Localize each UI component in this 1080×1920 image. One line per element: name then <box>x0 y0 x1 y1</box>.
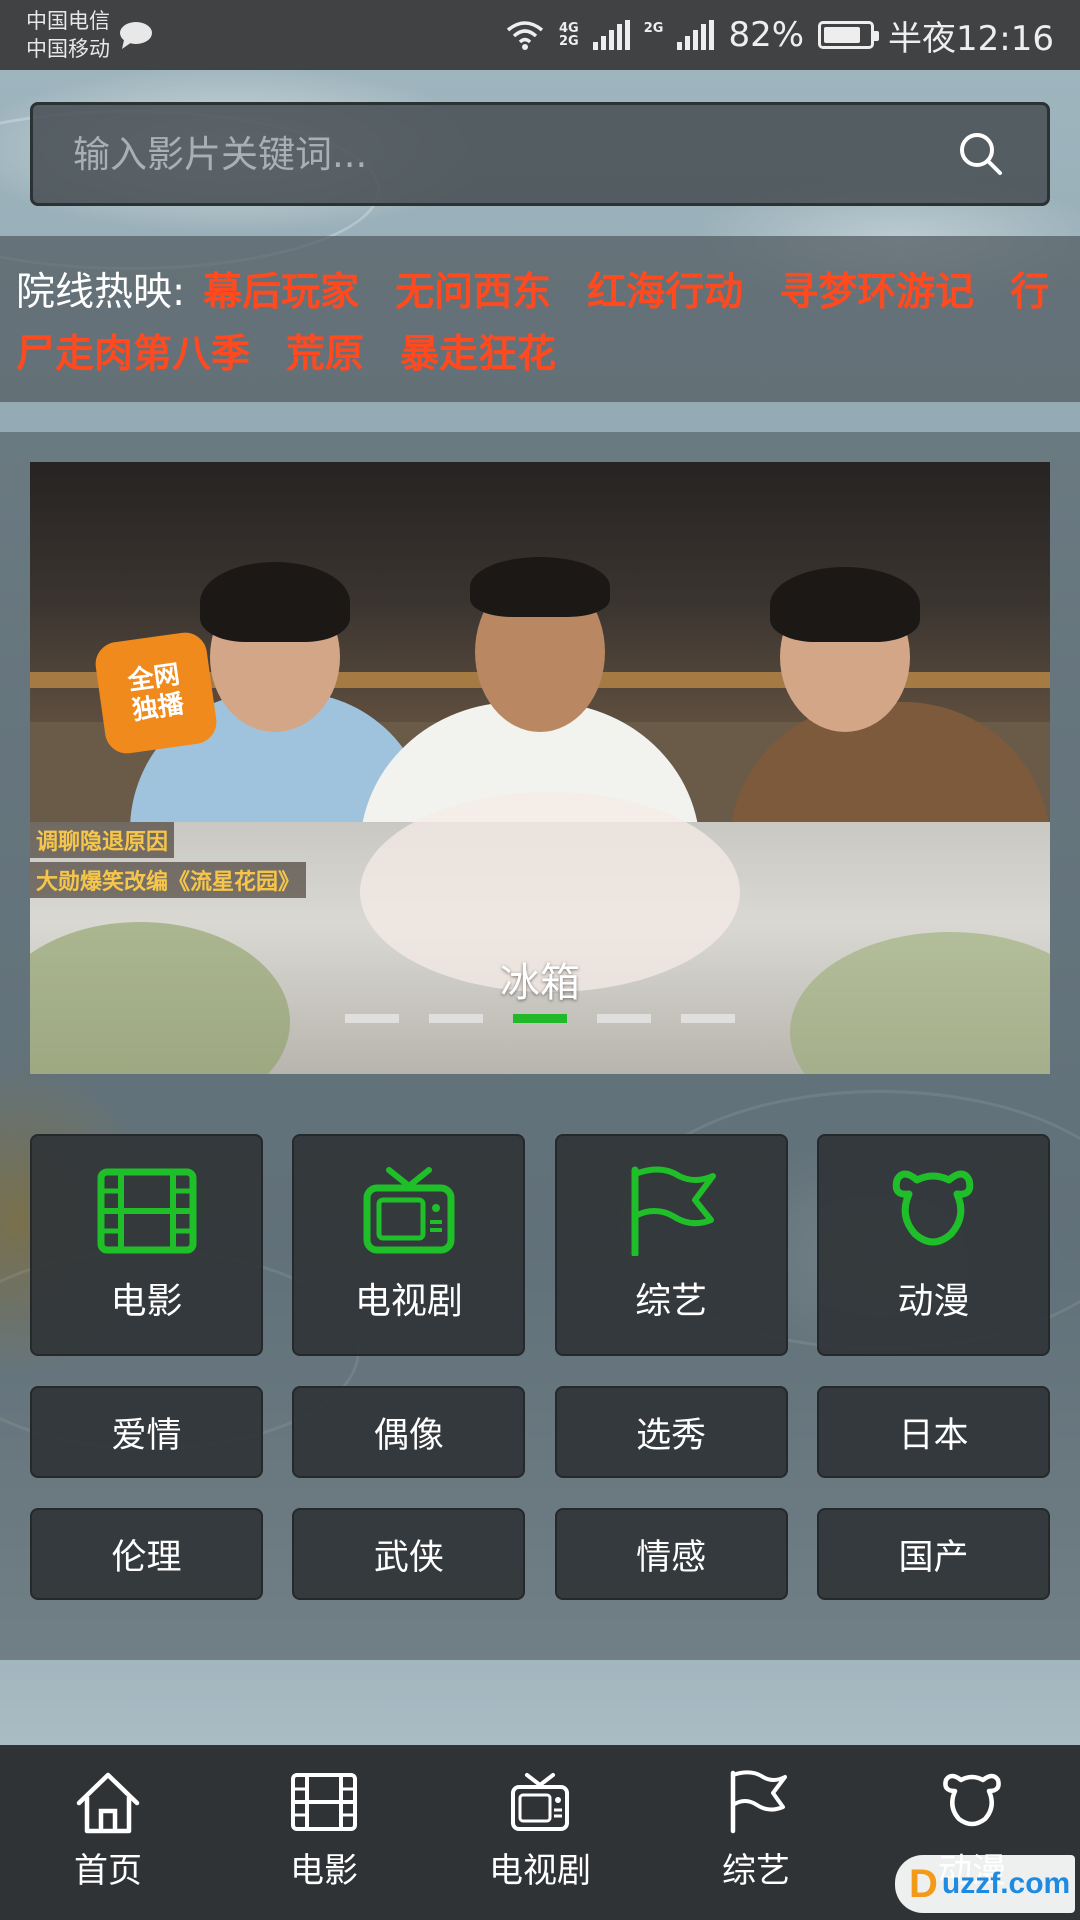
nav-movie[interactable]: 电影 <box>224 1769 424 1892</box>
nav-variety[interactable]: 综艺 <box>656 1769 856 1892</box>
search-box[interactable] <box>30 102 1050 206</box>
network-type-2: 2G <box>643 21 664 36</box>
battery-percent: 82% <box>728 15 805 55</box>
tv-icon <box>511 1773 569 1831</box>
bear-icon <box>943 1773 1001 1827</box>
genre-tag[interactable]: 日本 <box>816 1386 1050 1478</box>
battery-icon <box>818 21 880 49</box>
watermark-logo-icon: D <box>909 1861 938 1906</box>
category-label: 电视剧 <box>354 1281 463 1322</box>
hot-movies-label: 院线热映: <box>16 270 186 315</box>
exclusive-badge: 全网 独播 <box>92 629 220 757</box>
search-input[interactable] <box>73 132 955 176</box>
tv-icon <box>363 1167 455 1254</box>
status-bar: 中国电信 中国移动 4G 2G 2G 82% 半夜12:16 <box>0 0 1080 70</box>
nav-label: 综艺 <box>722 1851 790 1891</box>
genre-tag[interactable]: 选秀 <box>554 1386 788 1478</box>
message-icon <box>120 22 152 49</box>
nav-label: 首页 <box>74 1851 142 1891</box>
network-type-1: 4G 2G <box>559 21 579 49</box>
genre-tag[interactable]: 情感 <box>554 1508 788 1600</box>
home-icon <box>76 1772 140 1834</box>
hot-movie-link[interactable]: 无问西东 <box>395 270 551 315</box>
hot-movie-link[interactable]: 寻梦环游记 <box>779 270 974 315</box>
carousel-dot[interactable] <box>681 1014 735 1023</box>
search-icon[interactable] <box>955 128 1007 180</box>
genre-tag[interactable]: 武侠 <box>292 1508 526 1600</box>
nav-tv[interactable]: 电视剧 <box>440 1769 640 1892</box>
hot-movie-link[interactable]: 荒原 <box>286 332 364 377</box>
film-icon <box>97 1168 196 1254</box>
carrier-info: 中国电信 中国移动 <box>26 7 154 63</box>
genre-tag[interactable]: 伦理 <box>30 1508 263 1600</box>
main-panel: 全网 独播 调聊隐退原因 大勋爆笑改编《流星花园》 冰箱 电影 电视剧 综艺 动… <box>0 432 1080 1660</box>
banner-carousel[interactable]: 全网 独播 调聊隐退原因 大勋爆笑改编《流星花园》 冰箱 <box>30 462 1050 1074</box>
category-tv[interactable]: 电视剧 <box>292 1134 526 1356</box>
film-icon <box>291 1773 357 1831</box>
hot-movie-link[interactable]: 暴走狂花 <box>400 332 556 377</box>
main-categories: 电影 电视剧 综艺 动漫 <box>30 1134 1050 1356</box>
site-watermark: D uzzf.com <box>895 1855 1075 1913</box>
carrier-1: 中国电信 <box>26 9 110 33</box>
search-bar <box>0 70 1080 235</box>
nav-home[interactable]: 首页 <box>8 1769 208 1892</box>
genre-row-2: 伦理 武侠 情感 国产 <box>30 1508 1050 1600</box>
nav-label: 电视剧 <box>489 1851 591 1891</box>
carousel-dot[interactable] <box>597 1014 651 1023</box>
genre-tag[interactable]: 爱情 <box>30 1386 263 1478</box>
carousel-indicator <box>30 1014 1050 1023</box>
carousel-dot[interactable] <box>429 1014 483 1023</box>
wifi-icon <box>506 21 544 50</box>
signal-icon-2 <box>677 20 715 50</box>
signal-icon <box>592 20 630 50</box>
bear-icon <box>893 1170 974 1246</box>
category-anime[interactable]: 动漫 <box>816 1134 1050 1356</box>
category-variety[interactable]: 综艺 <box>554 1134 788 1356</box>
clock: 半夜12:16 <box>888 18 1054 59</box>
watermark-text: uzzf.com <box>941 1867 1071 1900</box>
hot-movies-bar: 院线热映: 幕后玩家 无问西东 红海行动 寻梦环游记 行尸走肉第八季 荒原 暴走狂花 <box>0 236 1080 402</box>
nav-label: 电影 <box>290 1851 358 1891</box>
flag-icon <box>631 1166 717 1256</box>
hot-movie-link[interactable]: 幕后玩家 <box>203 270 359 315</box>
carousel-dot[interactable] <box>345 1014 399 1023</box>
carousel-dot-active[interactable] <box>513 1014 567 1023</box>
carrier-2: 中国移动 <box>26 37 110 61</box>
category-label: 电影 <box>110 1281 183 1322</box>
category-label: 动漫 <box>897 1281 970 1322</box>
genre-row-1: 爱情 偶像 选秀 日本 <box>30 1386 1050 1478</box>
category-movie[interactable]: 电影 <box>30 1134 263 1356</box>
genre-tag[interactable]: 国产 <box>816 1508 1050 1600</box>
banner-title: 冰箱 <box>500 960 580 1006</box>
genre-tag[interactable]: 偶像 <box>292 1386 526 1478</box>
promo-text-2: 大勋爆笑改编《流星花园》 <box>30 862 307 898</box>
category-label: 综艺 <box>635 1281 708 1322</box>
hot-movie-link[interactable]: 红海行动 <box>587 270 743 315</box>
promo-text-1: 调聊隐退原因 <box>30 822 175 858</box>
flag-icon <box>730 1770 787 1834</box>
